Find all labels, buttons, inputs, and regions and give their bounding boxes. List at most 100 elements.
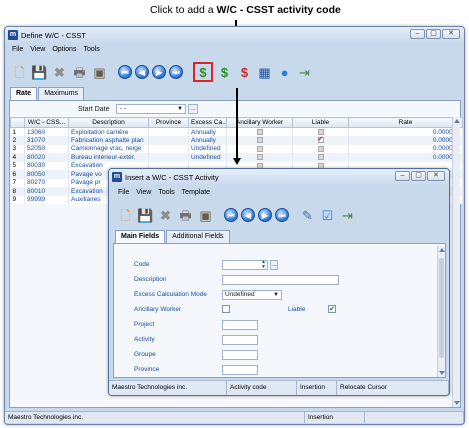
dialog-toolbar: 🗋 💾 ✖ 🖶 ▣ ⏮ ◀ ▶ ⏭ ✎ ☑ ⇥ [109,202,449,228]
dialog-menu-template[interactable]: Template [182,189,210,196]
scroll-down-icon[interactable] [439,371,445,375]
col-province[interactable]: Province [148,117,189,128]
exit-icon[interactable]: ⇥ [296,64,313,81]
menu-view[interactable]: View [30,46,45,53]
dialog-menubar: File View Tools Template [109,189,449,196]
minimize-icon[interactable]: – [410,29,425,39]
scroll-down-icon[interactable] [454,401,460,405]
tab-maximums[interactable]: Maximums [38,87,85,100]
ancillary-checkbox[interactable] [256,137,263,144]
briefcase-icon[interactable]: ▣ [197,207,214,224]
dialog-statusbar: Maestro Technologies inc. Activity code … [109,380,449,395]
dialog-menu-view[interactable]: View [136,189,151,196]
dialog-title: Insert a W/C - CSST Activity [125,172,219,182]
main-titlebar: m Define W/C - CSST – ▢ ✕ [5,27,464,43]
col-liable[interactable]: Liable [292,117,349,128]
tab-additional-fields[interactable]: Additional Fields [166,230,230,243]
col-excess[interactable]: Excess Ca... [188,117,227,128]
liable-checkbox-checked[interactable]: ✔ [328,305,336,313]
previous-record-icon[interactable]: ◀ [135,65,149,79]
ancillary-checkbox[interactable] [256,128,263,135]
date-picker-button[interactable]: … [188,104,198,114]
activity-code-icon[interactable]: $ [216,64,233,81]
dialog-status-field: Activity code [227,381,297,395]
next-record-icon[interactable]: ▶ [152,65,166,79]
ancillary-checkbox[interactable] [256,145,263,152]
menu-options[interactable]: Options [52,46,76,53]
col-wc-csst[interactable]: W/C - CSS... [24,117,69,128]
dialog-status-mode: Insertion [297,381,337,395]
close-icon[interactable]: ✕ [442,29,460,39]
remove-activity-code-icon[interactable]: $ [236,64,253,81]
exit-icon[interactable]: ⇥ [339,207,356,224]
delete-icon[interactable]: ✖ [51,64,68,81]
dialog-scrollbar[interactable] [437,246,445,377]
dialog-close-icon[interactable]: ✕ [427,171,445,181]
last-record-icon[interactable]: ⏭ [169,65,183,79]
dialog-maximize-icon[interactable]: ▢ [411,171,426,181]
validate-icon[interactable]: ☑ [319,207,336,224]
scroll-up-icon[interactable] [454,119,460,123]
scroll-up-icon[interactable] [439,248,445,252]
main-window-title: Define W/C - CSST [21,30,87,40]
excess-mode-select[interactable]: Undefined ▼ [222,290,282,300]
next-record-icon[interactable]: ▶ [258,208,272,222]
chevron-down-icon[interactable]: ▼ [273,291,279,299]
main-scrollbar[interactable] [452,117,460,407]
edit-document-icon[interactable]: ✎ [299,207,316,224]
col-description[interactable]: Description [68,117,149,128]
tab-main-fields[interactable]: Main Fields [115,230,166,244]
excess-mode-value: Undefined [225,291,255,298]
previous-record-icon[interactable]: ◀ [241,208,255,222]
delete-icon[interactable]: ✖ [157,207,174,224]
dialog-window-controls: – ▢ ✕ [395,171,445,181]
start-date-value: - - [120,105,127,112]
maximize-icon[interactable]: ▢ [426,29,441,39]
menu-file[interactable]: File [12,46,23,53]
code-spin-icon[interactable]: ▲ ▼ [261,260,266,270]
main-statusbar: Maestro Technologies inc. Insertion [5,411,464,423]
briefcase-icon[interactable]: ▣ [91,64,108,81]
tab-rate[interactable]: Rate [10,87,38,101]
code-label: Code [134,261,150,268]
last-record-icon[interactable]: ⏭ [275,208,289,222]
globe-icon[interactable]: ● [276,64,293,81]
save-icon[interactable]: 💾 [31,64,48,81]
dialog-menu-tools[interactable]: Tools [158,189,174,196]
caption-prefix: Click to add a [150,4,217,16]
ancillary-checkbox[interactable] [256,154,263,161]
new-document-icon[interactable]: 🗋 [117,207,134,224]
new-document-icon[interactable]: 🗋 [11,64,28,81]
dialog-minimize-icon[interactable]: – [395,171,410,181]
print-icon[interactable]: 🖶 [71,64,88,81]
menu-tools[interactable]: Tools [83,46,99,53]
save-icon[interactable]: 💾 [137,207,154,224]
start-date-input[interactable]: - - ▼ [116,104,186,114]
scroll-thumb[interactable] [439,258,444,358]
dialog-status-relocate: Relocate Cursor [337,381,449,395]
activity-input[interactable] [222,335,258,345]
liable-checkbox[interactable] [317,145,324,152]
col-rate[interactable]: Rate [348,117,463,128]
first-record-icon[interactable]: ⏮ [118,65,132,79]
dialog-menu-file[interactable]: File [118,189,129,196]
liable-checkbox[interactable] [317,154,324,161]
start-date-label: Start Date [78,106,110,113]
main-toolbar: 🗋 💾 ✖ 🖶 ▣ ⏮ ◀ ▶ ⏭ $ $ $ ▦ ● ⇥ [5,59,464,85]
code-lookup-button[interactable]: … [270,260,278,270]
add-activity-code-icon[interactable]: $ [193,62,213,82]
groupe-input[interactable] [222,350,258,360]
code-input[interactable]: ▲ ▼ [222,260,268,270]
dialog-logo-icon: m [112,172,122,182]
print-icon[interactable]: 🖶 [177,207,194,224]
liable-checkbox-checked[interactable] [317,136,324,144]
first-record-icon[interactable]: ⏮ [224,208,238,222]
calendar-icon[interactable]: ▦ [256,64,273,81]
ancillary-worker-checkbox[interactable] [222,305,230,313]
chevron-down-icon[interactable]: ▼ [177,105,183,113]
province-input[interactable] [222,365,258,375]
description-input[interactable] [222,275,339,285]
province-label: Province [134,366,160,373]
project-input[interactable] [222,320,258,330]
liable-checkbox[interactable] [317,128,324,135]
